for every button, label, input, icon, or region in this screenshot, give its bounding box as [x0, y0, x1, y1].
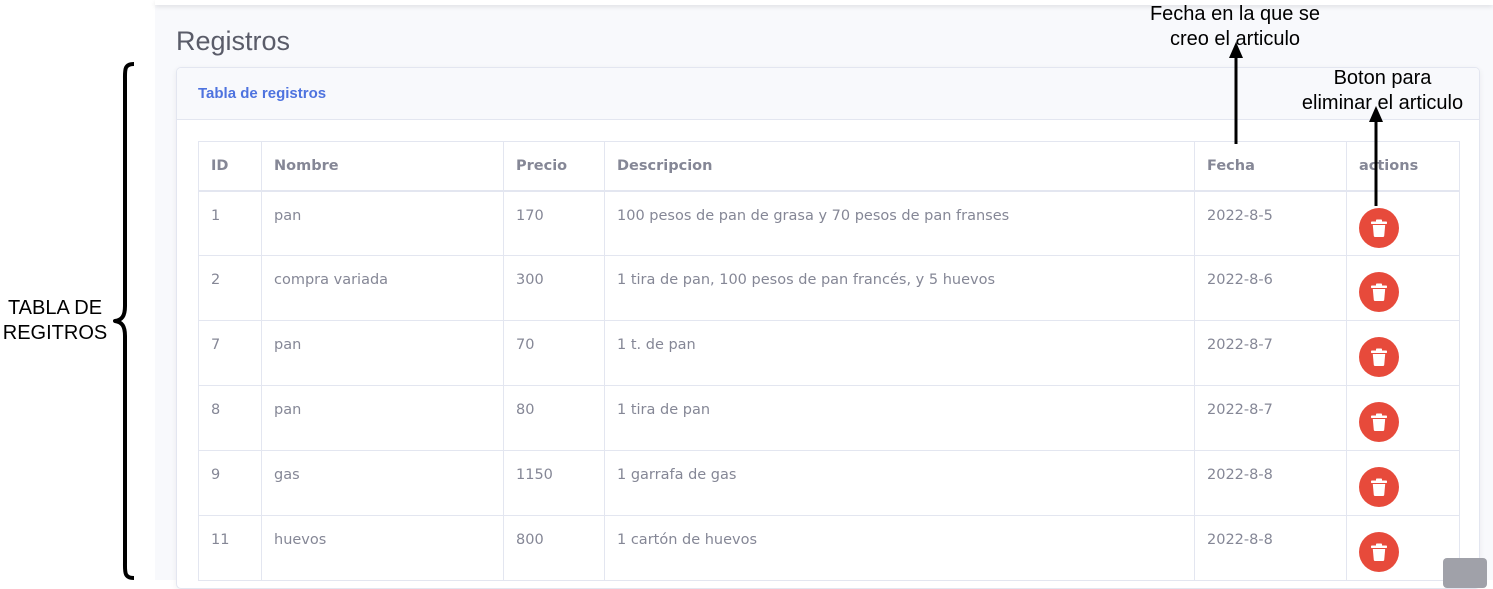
card-title: Tabla de registros — [198, 85, 327, 102]
cell-nombre: gas — [261, 450, 504, 516]
cell-actions — [1346, 320, 1460, 386]
cell-precio: 170 — [503, 190, 605, 256]
cell-nombre: pan — [261, 190, 504, 256]
cell-actions — [1346, 450, 1460, 516]
column-header-descripcion[interactable]: Descripcion — [604, 141, 1195, 192]
cell-descripcion: 1 tira de pan, 100 pesos de pan francés,… — [604, 255, 1195, 321]
cell-id: 11 — [198, 515, 262, 581]
button-annotation-line1: Boton para — [1333, 67, 1432, 89]
cell-descripcion: 100 pesos de pan de grasa y 70 pesos de … — [604, 190, 1195, 256]
trash-icon — [1371, 283, 1387, 301]
table-row: 9 gas 1150 1 garrafa de gas 2022-8-8 — [198, 450, 1460, 516]
delete-button[interactable] — [1359, 467, 1399, 507]
cell-id: 1 — [198, 190, 262, 256]
cell-actions — [1346, 385, 1460, 451]
card-header: Tabla de registros — [177, 68, 1479, 120]
page-title: Registros — [176, 26, 291, 56]
cell-descripcion: 1 t. de pan — [604, 320, 1195, 386]
cell-id: 2 — [198, 255, 262, 321]
cell-fecha: 2022-8-8 — [1194, 450, 1347, 516]
cell-descripcion: 1 garrafa de gas — [604, 450, 1195, 516]
column-header-id[interactable]: ID — [198, 141, 262, 192]
column-header-nombre[interactable]: Nombre — [261, 141, 504, 192]
cell-fecha: 2022-8-7 — [1194, 385, 1347, 451]
cell-id: 8 — [198, 385, 262, 451]
trash-icon — [1371, 219, 1387, 237]
cell-precio: 80 — [503, 385, 605, 451]
column-header-precio[interactable]: Precio — [503, 141, 605, 192]
cell-precio: 1150 — [503, 450, 605, 516]
table-row: 2 compra variada 300 1 tira de pan, 100 pes… — [198, 255, 1460, 321]
delete-button[interactable] — [1359, 402, 1399, 442]
table-row: 11 huevos 800 1 cartón de huevos 2022-8-8 — [198, 515, 1460, 581]
delete-button[interactable] — [1359, 337, 1399, 377]
table-brace — [113, 62, 135, 580]
cell-fecha: 2022-8-7 — [1194, 320, 1347, 386]
cell-actions — [1346, 255, 1460, 321]
cell-nombre: pan — [261, 320, 504, 386]
table-row: 8 pan 80 1 tira de pan 2022-8-7 — [198, 385, 1460, 451]
cell-fecha: 2022-8-8 — [1194, 515, 1347, 581]
cell-descripcion: 1 cartón de huevos — [604, 515, 1195, 581]
trash-icon — [1371, 348, 1387, 366]
button-annotation-line2: eliminar el articulo — [1301, 92, 1464, 114]
cell-actions — [1346, 190, 1460, 256]
trash-icon — [1371, 413, 1387, 431]
table-row: 7 pan 70 1 t. de pan 2022-8-7 — [198, 320, 1460, 386]
scroll-to-top-button[interactable] — [1443, 558, 1487, 588]
table-annotation-line2: REGITROS — [2, 322, 108, 344]
column-header-actions: actions — [1346, 141, 1460, 192]
cell-precio: 800 — [503, 515, 605, 581]
cell-id: 7 — [198, 320, 262, 386]
cell-descripcion: 1 tira de pan — [604, 385, 1195, 451]
delete-button[interactable] — [1359, 532, 1399, 572]
table-annotation-line1: TABLA DE — [7, 297, 103, 319]
date-annotation-line1: Fecha en la que se — [1149, 3, 1321, 25]
cell-nombre: compra variada — [261, 255, 504, 321]
table-row: 1 pan 170 100 pesos de pan de grasa y 70 pe… — [198, 190, 1460, 256]
cell-precio: 300 — [503, 255, 605, 321]
date-annotation: Fecha en la que se creo el articulo — [1125, 2, 1345, 52]
delete-button[interactable] — [1359, 207, 1399, 248]
cell-precio: 70 — [503, 320, 605, 386]
delete-button[interactable] — [1359, 272, 1399, 312]
table-header-row: ID Nombre Precio Descripcion Fecha actio… — [198, 141, 1460, 192]
records-table: ID Nombre Precio Descripcion Fecha actio… — [198, 141, 1460, 581]
trash-icon — [1371, 478, 1387, 496]
column-header-fecha[interactable]: Fecha — [1194, 141, 1347, 192]
button-annotation: Boton para eliminar el articulo — [1290, 66, 1475, 116]
cell-fecha: 2022-8-6 — [1194, 255, 1347, 321]
cell-id: 9 — [198, 450, 262, 516]
cell-fecha: 2022-8-5 — [1194, 190, 1347, 256]
cell-nombre: huevos — [261, 515, 504, 581]
trash-icon — [1371, 543, 1387, 561]
records-card: Tabla de registros ID Nombre Precio Desc… — [176, 67, 1480, 589]
cell-nombre: pan — [261, 385, 504, 451]
date-annotation-line2: creo el articulo — [1169, 28, 1301, 50]
table-annotation: TABLA DE REGITROS — [0, 296, 110, 346]
